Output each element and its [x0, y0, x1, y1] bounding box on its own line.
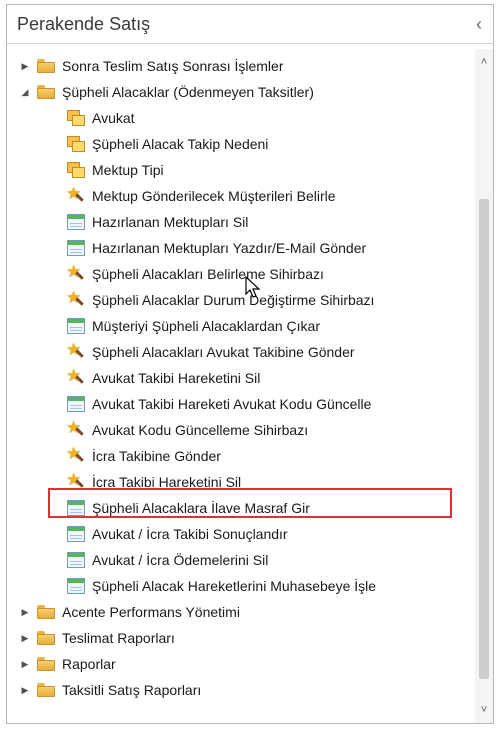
- tree-item[interactable]: Avukat Kodu Güncelleme Sihirbazı: [7, 417, 473, 443]
- wizard-icon: [66, 470, 85, 491]
- expand-arrow-down-icon[interactable]: ◢: [19, 86, 31, 98]
- tree-item-label: Avukat / İcra Takibi Sonuçlandır: [92, 526, 288, 542]
- multi-document-icon: [67, 110, 85, 126]
- menu-tree: ▶ Sonra Teslim Satış Sonrası İşlemler ◢ Şüp…: [7, 49, 473, 723]
- wizard-icon: [66, 184, 85, 205]
- tree-item-label: Avukat Kodu Güncelleme Sihirbazı: [92, 422, 309, 438]
- scroll-thumb[interactable]: [479, 199, 489, 679]
- scroll-down-icon[interactable]: ˅: [475, 701, 493, 719]
- scroll-up-icon[interactable]: ˄: [475, 53, 493, 71]
- tree-item[interactable]: Hazırlanan Mektupları Sil: [7, 209, 473, 235]
- tree-item-label: İcra Takibi Hareketini Sil: [92, 474, 242, 490]
- navigation-panel: Perakende Satış ‹ ▶ Sonra Teslim Satış So…: [6, 4, 494, 724]
- tree-group[interactable]: ◢ Şüpheli Alacaklar (Ödenmeyen Taksitler): [7, 79, 473, 105]
- folder-icon: [37, 605, 55, 619]
- tree-item[interactable]: Şüpheli Alacakları Belirleme Sihirbazı: [7, 261, 473, 287]
- form-icon: [67, 214, 85, 230]
- tree-item[interactable]: Şüpheli Alacakları Avukat Takibine Gönde…: [7, 339, 473, 365]
- tree-item-label: Avukat: [92, 110, 135, 126]
- multi-document-icon: [67, 162, 85, 178]
- tree-item-label: Şüpheli Alacakları Avukat Takibine Gönde…: [92, 344, 355, 360]
- tree-item[interactable]: Mektup Gönderilecek Müşterileri Belirle: [7, 183, 473, 209]
- wizard-icon: [66, 288, 85, 309]
- tree-item-label: Teslimat Raporları: [62, 630, 175, 646]
- tree-item[interactable]: Hazırlanan Mektupları Yazdır/E-Mail Gönd…: [7, 235, 473, 261]
- wizard-icon: [66, 418, 85, 439]
- tree-item-label: Acente Performans Yönetimi: [62, 604, 240, 620]
- tree-item-label: Raporlar: [62, 656, 116, 672]
- expand-arrow-right-icon[interactable]: ▶: [19, 658, 31, 670]
- wizard-icon: [66, 262, 85, 283]
- panel-header: Perakende Satış ‹: [7, 5, 493, 44]
- expand-arrow-right-icon[interactable]: ▶: [19, 606, 31, 618]
- tree-item[interactable]: Müşteriyi Şüpheli Alacaklardan Çıkar: [7, 313, 473, 339]
- tree-item-label: Mektup Tipi: [92, 162, 164, 178]
- wizard-icon: [66, 340, 85, 361]
- tree-item-label: Avukat Takibi Hareketi Avukat Kodu Günce…: [92, 396, 372, 412]
- tree-item[interactable]: Avukat Takibi Hareketi Avukat Kodu Günce…: [7, 391, 473, 417]
- form-icon: [67, 578, 85, 594]
- form-icon: [67, 396, 85, 412]
- tree-item[interactable]: Avukat / İcra Takibi Sonuçlandır: [7, 521, 473, 547]
- tree-item-label: Hazırlanan Mektupları Yazdır/E-Mail Gönd…: [92, 240, 367, 256]
- tree-item-label: Şüpheli Alacaklara İlave Masraf Gir: [92, 500, 310, 516]
- tree-item[interactable]: Şüpheli Alacaklara İlave Masraf Gir: [7, 495, 473, 521]
- tree-group[interactable]: ▶ Taksitli Satış Raporları: [7, 677, 473, 703]
- tree-item-label: Taksitli Satış Raporları: [62, 682, 202, 698]
- form-icon: [67, 526, 85, 542]
- multi-document-icon: [67, 136, 85, 152]
- tree-item-label: Şüpheli Alacaklar (Ödenmeyen Taksitler): [62, 84, 314, 100]
- tree-item[interactable]: Avukat / İcra Ödemelerini Sil: [7, 547, 473, 573]
- form-icon: [67, 240, 85, 256]
- folder-icon: [37, 683, 55, 697]
- tree-item-label: Şüpheli Alacak Hareketlerini Muhasebeye …: [92, 578, 377, 594]
- tree-item-label: Sonra Teslim Satış Sonrası İşlemler: [62, 58, 284, 74]
- expand-arrow-right-icon[interactable]: ▶: [19, 684, 31, 696]
- tree-item[interactable]: Şüpheli Alacaklar Durum Değiştirme Sihir…: [7, 287, 473, 313]
- tree-item[interactable]: İcra Takibi Hareketini Sil: [7, 469, 473, 495]
- tree-item-label: Müşteriyi Şüpheli Alacaklardan Çıkar: [92, 318, 320, 334]
- folder-icon: [37, 631, 55, 645]
- expand-arrow-right-icon[interactable]: ▶: [19, 632, 31, 644]
- tree-item[interactable]: Avukat Takibi Hareketini Sil: [7, 365, 473, 391]
- wizard-icon: [66, 366, 85, 387]
- panel-title: Perakende Satış: [17, 13, 151, 34]
- tree-group[interactable]: ▶ Acente Performans Yönetimi: [7, 599, 473, 625]
- vertical-scrollbar[interactable]: ˄ ˅: [475, 49, 493, 723]
- tree-item-label: Şüpheli Alacaklar Durum Değiştirme Sihir…: [92, 292, 375, 308]
- tree-group[interactable]: ▶ Teslimat Raporları: [7, 625, 473, 651]
- form-icon: [67, 552, 85, 568]
- tree-group[interactable]: ▶ Sonra Teslim Satış Sonrası İşlemler: [7, 53, 473, 79]
- tree-item-label: Şüpheli Alacakları Belirleme Sihirbazı: [92, 266, 324, 282]
- tree-item[interactable]: Şüpheli Alacak Takip Nedeni: [7, 131, 473, 157]
- tree-item[interactable]: Şüpheli Alacak Hareketlerini Muhasebeye …: [7, 573, 473, 599]
- tree-item-label: Avukat Takibi Hareketini Sil: [92, 370, 261, 386]
- tree-item-label: Şüpheli Alacak Takip Nedeni: [92, 136, 269, 152]
- collapse-panel-button[interactable]: ‹: [465, 9, 493, 39]
- expand-arrow-right-icon[interactable]: ▶: [19, 60, 31, 72]
- form-icon: [67, 500, 85, 516]
- tree-item[interactable]: İcra Takibine Gönder: [7, 443, 473, 469]
- tree-item-label: İcra Takibine Gönder: [92, 448, 221, 464]
- wizard-icon: [66, 444, 85, 465]
- tree-item[interactable]: Mektup Tipi: [7, 157, 473, 183]
- tree-group[interactable]: ▶ Raporlar: [7, 651, 473, 677]
- folder-icon: [37, 59, 55, 73]
- form-icon: [67, 318, 85, 334]
- tree-item-label: Mektup Gönderilecek Müşterileri Belirle: [92, 188, 336, 204]
- folder-icon: [37, 657, 55, 671]
- tree-item[interactable]: Avukat: [7, 105, 473, 131]
- folder-icon: [37, 85, 55, 99]
- tree-item-label: Avukat / İcra Ödemelerini Sil: [92, 552, 269, 568]
- tree-item-label: Hazırlanan Mektupları Sil: [92, 214, 249, 230]
